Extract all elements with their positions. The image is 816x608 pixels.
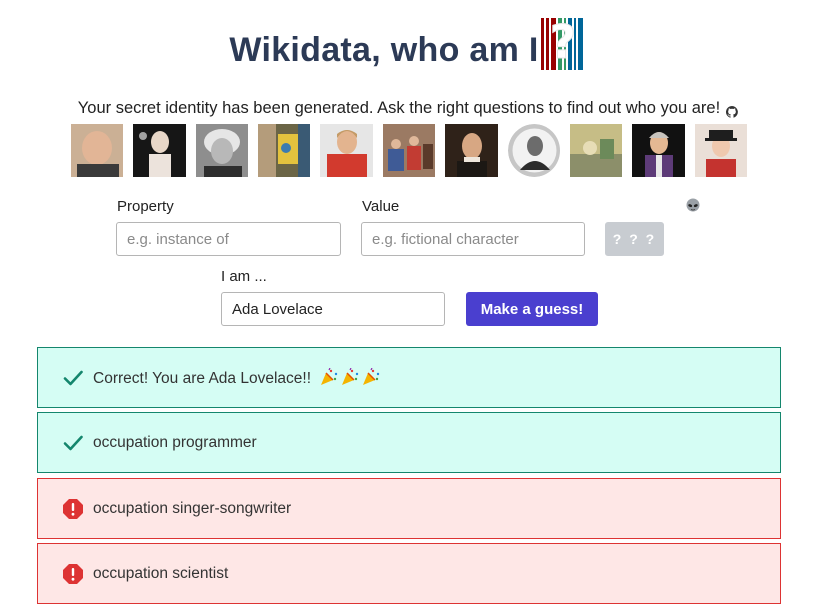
portrait-10 <box>632 124 685 177</box>
subtitle-row: Your secret identity has been generated.… <box>0 99 816 118</box>
portrait-11 <box>694 124 747 177</box>
page: Wikidata, who am I ? Your secret identit… <box>0 0 816 608</box>
subtitle: Your secret identity has been generated.… <box>77 99 721 117</box>
wikidata-question-logo: ? <box>540 15 587 70</box>
title-row: Wikidata, who am I ? <box>0 15 816 80</box>
value-input[interactable] <box>361 222 585 256</box>
portrait-3 <box>195 124 249 177</box>
page-title: Wikidata, who am I <box>229 30 539 69</box>
message-property-mismatch: occupation singer-songwriter <box>37 478 781 539</box>
portrait-6 <box>382 124 436 177</box>
github-icon[interactable] <box>726 103 739 118</box>
guess-label: I am ... <box>221 268 267 285</box>
message-text: Correct! You are Ada Lovelace!! <box>93 369 312 387</box>
portrait-strip <box>71 124 747 177</box>
party-popper-icon <box>321 367 338 385</box>
portrait-4 <box>258 124 311 177</box>
message-property-mismatch: occupation scientist <box>37 543 781 604</box>
check-icon <box>62 432 84 454</box>
value-label: Value <box>362 198 400 215</box>
party-popper-icon <box>342 367 359 385</box>
message-correct: Correct! You are Ada Lovelace!! <box>37 347 781 408</box>
property-input[interactable] <box>116 222 341 256</box>
make-guess-button[interactable]: Make a guess! <box>466 292 598 326</box>
alien-icon[interactable] <box>685 198 701 214</box>
error-icon <box>62 563 84 585</box>
guess-input[interactable] <box>221 292 445 326</box>
party-popper-icons <box>319 367 381 386</box>
portrait-1 <box>71 124 124 177</box>
party-popper-icon <box>363 367 380 385</box>
portrait-7 <box>445 124 498 177</box>
portrait-8 <box>507 124 560 177</box>
message-property-match: occupation programmer <box>37 412 781 473</box>
ask-button[interactable]: ? ? ? <box>605 222 664 256</box>
check-icon <box>62 367 84 389</box>
message-text: occupation scientist <box>93 564 229 582</box>
message-text: occupation programmer <box>93 433 257 451</box>
portrait-2 <box>133 124 186 177</box>
portrait-9 <box>569 124 623 177</box>
property-label: Property <box>117 198 174 215</box>
error-icon <box>62 498 84 520</box>
svg-text:?: ? <box>549 18 576 69</box>
message-text: occupation singer-songwriter <box>93 499 292 517</box>
portrait-5 <box>320 124 373 177</box>
